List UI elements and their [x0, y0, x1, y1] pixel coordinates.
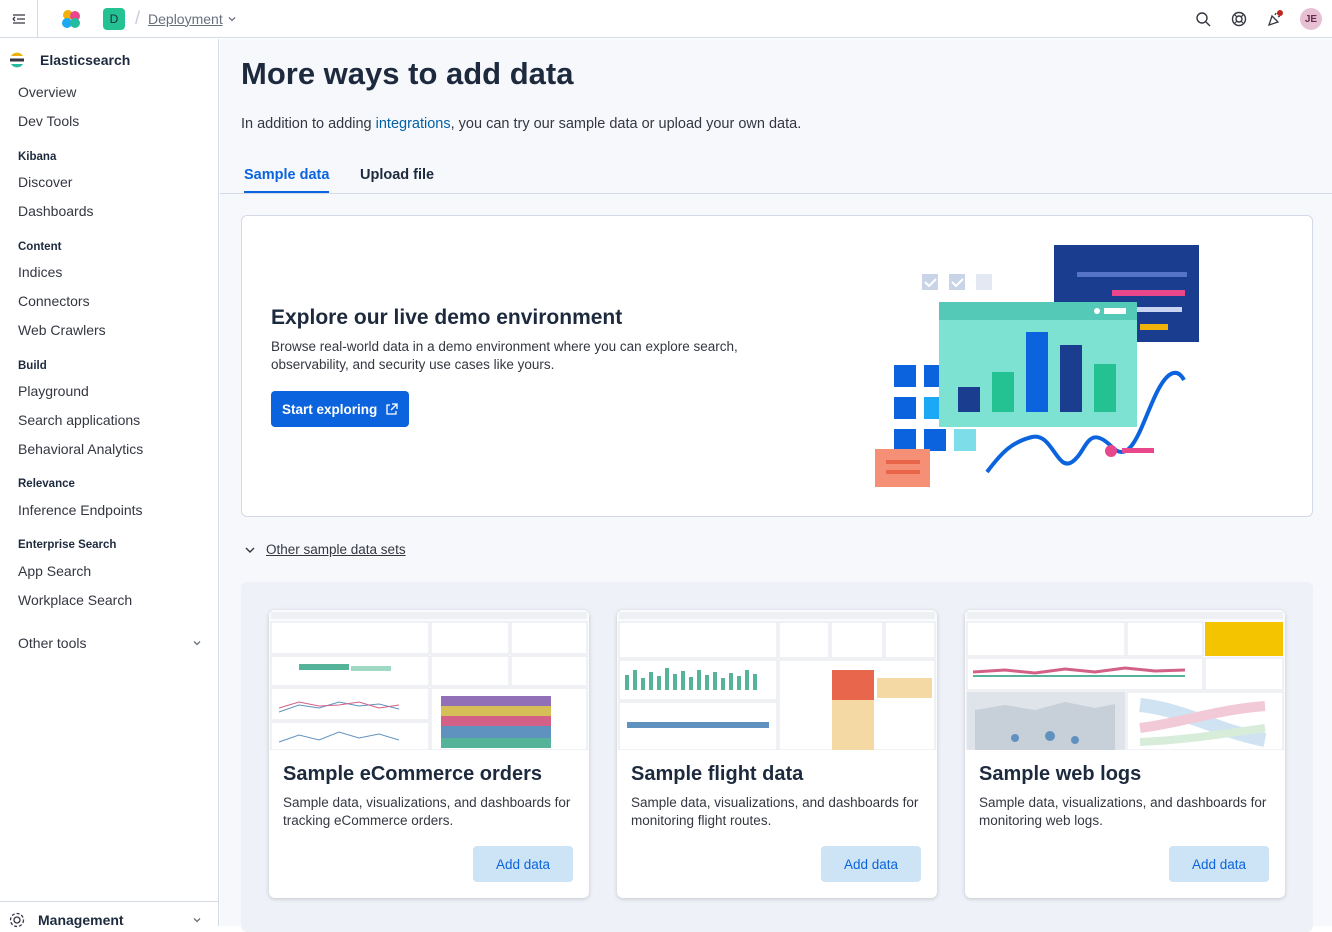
sample-data-cards: Sample eCommerce orders Sample data, vis… — [241, 582, 1313, 932]
card-title: Sample eCommerce orders — [283, 763, 543, 785]
breadcrumb-separator: / — [135, 8, 141, 28]
deployment-badge[interactable]: D — [103, 7, 125, 30]
tab-bar: Sample data Upload file — [220, 157, 1332, 194]
integrations-link[interactable]: integrations — [376, 116, 451, 132]
demo-environment-panel: Explore our live demo environment Browse… — [241, 215, 1313, 517]
gear-icon — [9, 912, 25, 928]
sidebar-item-web-crawlers[interactable]: Web Crawlers — [18, 322, 106, 338]
header-actions: JE — [1192, 0, 1322, 38]
other-tools-label: Other tools — [18, 635, 87, 651]
card-description: Sample data, visualizations, and dashboa… — [283, 795, 571, 828]
elasticsearch-logo-icon — [10, 52, 24, 68]
tab-upload-file[interactable]: Upload file — [360, 167, 434, 191]
chevron-down-icon — [245, 547, 255, 553]
sidebar-group-enterprise-search: Enterprise Search — [18, 539, 117, 551]
card-ecommerce: Sample eCommerce orders Sample data, vis… — [269, 610, 589, 898]
menu-toggle-button[interactable] — [0, 0, 38, 38]
sidebar-title[interactable]: Elasticsearch — [8, 51, 130, 69]
sidebar-item-inference-endpoints[interactable]: Inference Endpoints — [18, 502, 143, 518]
web-logs-dashboard-thumbnail — [965, 610, 1285, 750]
start-exploring-button[interactable]: Start exploring — [271, 391, 410, 427]
flights-dashboard-thumbnail — [617, 610, 937, 750]
card-description: Sample data, visualizations, and dashboa… — [979, 795, 1267, 828]
chevron-down-icon — [193, 641, 201, 646]
demo-illustration — [875, 245, 1199, 487]
sidebar-group-content: Content — [18, 241, 62, 253]
demo-title: Explore our live demo environment — [271, 306, 623, 329]
sidebar-item-dev-tools[interactable]: Dev Tools — [18, 113, 79, 129]
chevron-down-icon — [228, 16, 236, 21]
page-description: In addition to adding integrations, you … — [241, 116, 801, 132]
sidebar-item-behavioral-analytics[interactable]: Behavioral Analytics — [18, 441, 143, 457]
ecommerce-dashboard-thumbnail — [269, 610, 589, 750]
menu-icon — [12, 13, 25, 24]
other-sample-sets-toggle[interactable]: Other sample data sets — [244, 542, 406, 557]
card-flights: Sample flight data Sample data, visualiz… — [617, 610, 937, 898]
sidebar-management[interactable]: Management — [8, 911, 202, 929]
sidebar-item-overview[interactable]: Overview — [18, 84, 76, 100]
external-link-icon — [386, 402, 398, 415]
news-button[interactable] — [1264, 8, 1286, 30]
sidebar-item-connectors[interactable]: Connectors — [18, 293, 90, 309]
news-icon — [1267, 10, 1283, 27]
card-description: Sample data, visualizations, and dashboa… — [631, 795, 919, 828]
add-data-button[interactable]: Add data — [1169, 846, 1269, 882]
side-nav: Elasticsearch Overview Dev Tools Kibana … — [0, 39, 219, 929]
desc-suffix: , you can try our sample data or upload … — [450, 116, 802, 132]
card-web-logs: Sample web logs Sample data, visualizati… — [965, 610, 1285, 898]
desc-prefix: In addition to adding — [241, 116, 376, 132]
deployment-breadcrumb[interactable]: Deployment — [148, 11, 237, 27]
chevron-down-icon — [193, 918, 201, 923]
sidebar-divider — [0, 901, 219, 902]
sidebar-item-workplace-search[interactable]: Workplace Search — [18, 592, 132, 608]
sidebar-other-tools[interactable]: Other tools — [18, 635, 202, 651]
sidebar-group-relevance: Relevance — [18, 478, 75, 490]
sidebar-item-search-applications[interactable]: Search applications — [18, 412, 140, 428]
sidebar-item-indices[interactable]: Indices — [18, 264, 62, 280]
sidebar-item-app-search[interactable]: App Search — [18, 563, 91, 579]
card-title: Sample flight data — [631, 763, 804, 785]
sidebar-group-kibana: Kibana — [18, 151, 57, 163]
sidebar-item-discover[interactable]: Discover — [18, 174, 72, 190]
sidebar-group-build: Build — [18, 360, 47, 372]
start-exploring-label: Start exploring — [282, 401, 378, 417]
card-title: Sample web logs — [979, 763, 1142, 785]
help-icon — [1231, 11, 1247, 27]
search-icon — [1196, 12, 1211, 27]
help-button[interactable] — [1228, 8, 1250, 30]
search-button[interactable] — [1192, 8, 1214, 30]
user-avatar[interactable]: JE — [1300, 8, 1322, 30]
page-title: More ways to add data — [241, 56, 574, 91]
other-sample-sets-label: Other sample data sets — [266, 542, 406, 557]
breadcrumb-label: Deployment — [148, 10, 223, 27]
elastic-logo-icon[interactable] — [60, 8, 82, 30]
top-header: D / Deployment JE — [0, 0, 1332, 38]
add-data-button[interactable]: Add data — [821, 846, 921, 882]
sidebar-title-label: Elasticsearch — [40, 52, 131, 68]
sidebar-item-playground[interactable]: Playground — [18, 383, 89, 399]
add-data-button[interactable]: Add data — [473, 846, 573, 882]
demo-description: Browse real-world data in a demo environ… — [271, 339, 738, 372]
tab-sample-data[interactable]: Sample data — [244, 167, 330, 193]
main-content: More ways to add data In addition to add… — [220, 39, 1332, 932]
sidebar-item-dashboards[interactable]: Dashboards — [18, 203, 94, 219]
